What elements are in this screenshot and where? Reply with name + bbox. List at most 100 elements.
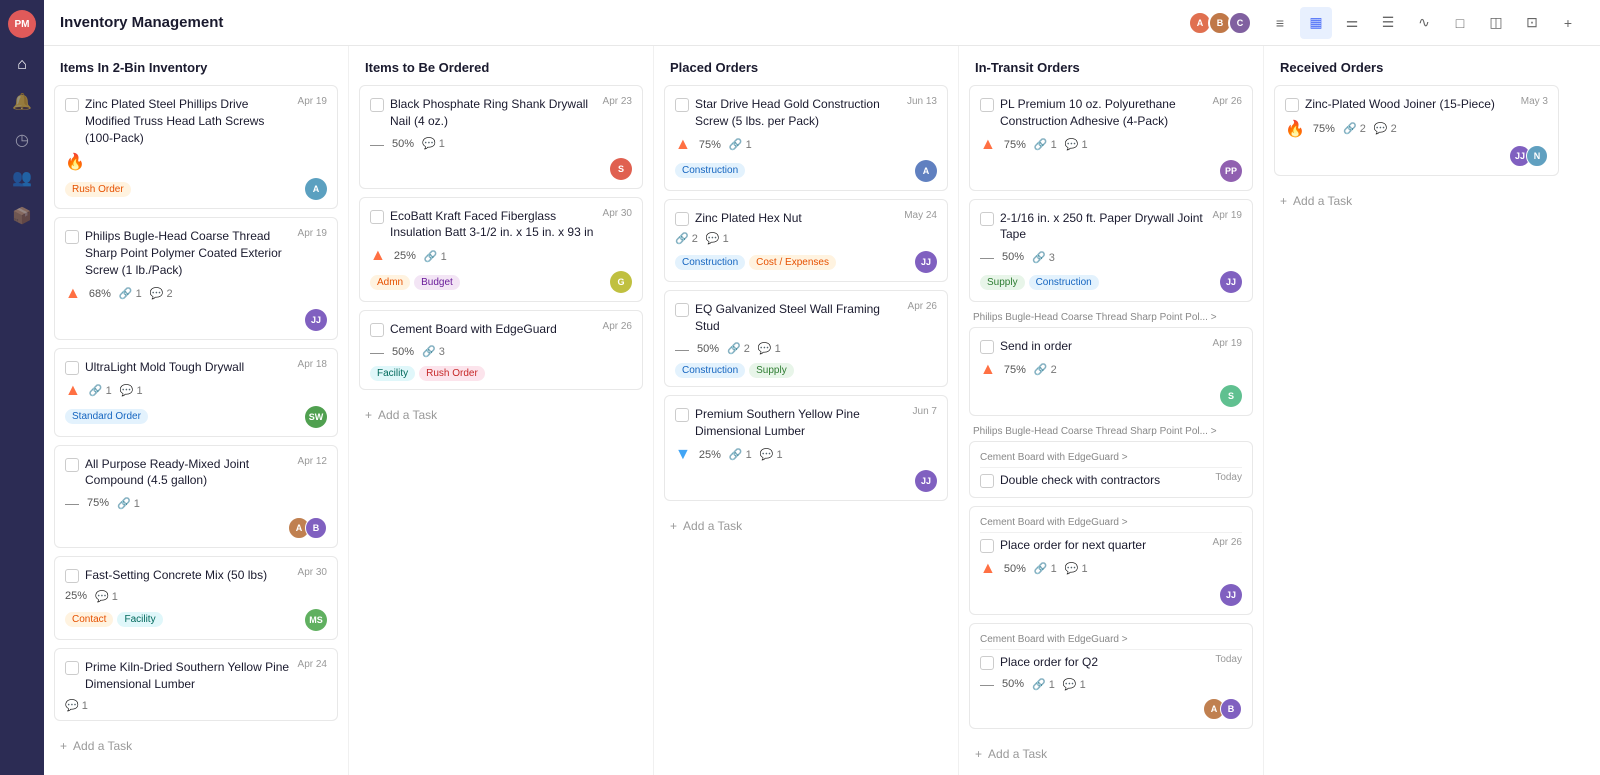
column-received-orders: Received Orders Zinc-Plated Wood Joiner … xyxy=(1264,46,1569,775)
task-card[interactable]: Fast-Setting Concrete Mix (50 lbs) Apr 3… xyxy=(54,556,338,640)
task-comments: 💬 1 xyxy=(760,448,783,461)
task-checkbox[interactable] xyxy=(65,98,79,112)
task-card[interactable]: PL Premium 10 oz. Polyurethane Construct… xyxy=(969,85,1253,191)
tag: Supply xyxy=(749,363,794,378)
priority-icon: ▲ xyxy=(980,361,996,379)
sidebar-home-icon[interactable]: ⌂ xyxy=(17,56,27,74)
task-checkbox[interactable] xyxy=(1285,98,1299,112)
task-progress: 75% xyxy=(1313,123,1335,135)
task-card[interactable]: Star Drive Head Gold Construction Screw … xyxy=(664,85,948,191)
task-title: UltraLight Mold Tough Drywall xyxy=(85,359,292,376)
task-title: Prime Kiln-Dried Southern Yellow Pine Di… xyxy=(85,659,292,693)
task-checkbox[interactable] xyxy=(980,98,994,112)
task-checkbox[interactable] xyxy=(980,212,994,226)
column-header-items-in-2bin: Items In 2-Bin Inventory xyxy=(44,46,348,85)
add-task-btn[interactable]: + Add a Task xyxy=(664,511,948,541)
add-task-btn[interactable]: + Add a Task xyxy=(1274,186,1559,216)
task-checkbox[interactable] xyxy=(980,656,994,670)
activity-view-btn[interactable]: ∿ xyxy=(1408,7,1440,39)
task-checkbox[interactable] xyxy=(65,230,79,244)
task-checkbox[interactable] xyxy=(370,323,384,337)
task-title: Premium Southern Yellow Pine Dimensional… xyxy=(695,406,907,440)
task-title: Cement Board with EdgeGuard xyxy=(390,321,597,338)
task-card[interactable]: Cement Board with EdgeGuard > Double che… xyxy=(969,441,1253,498)
task-checkbox[interactable] xyxy=(65,569,79,583)
avatar: G xyxy=(610,271,632,293)
task-card[interactable]: Cement Board with EdgeGuard > Place orde… xyxy=(969,506,1253,615)
sidebar-people-icon[interactable]: 👥 xyxy=(12,168,32,188)
task-tags: Construction xyxy=(675,163,745,178)
sidebar-bell-icon[interactable]: 🔔 xyxy=(12,92,32,112)
task-links: 🔗 1 xyxy=(117,497,140,510)
task-card[interactable]: Premium Southern Yellow Pine Dimensional… xyxy=(664,395,948,501)
task-title: Fast-Setting Concrete Mix (50 lbs) xyxy=(85,567,292,584)
more-view-btn[interactable]: ⊡ xyxy=(1516,7,1548,39)
column-header-received-orders: Received Orders xyxy=(1264,46,1569,85)
task-checkbox[interactable] xyxy=(675,212,689,226)
gantt-view-btn[interactable]: ⚌ xyxy=(1336,7,1368,39)
task-tags: Facility Rush Order xyxy=(370,366,485,381)
task-links: 🔗 1 xyxy=(119,287,142,300)
task-card[interactable]: 2-1/16 in. x 250 ft. Paper Drywall Joint… xyxy=(969,199,1253,303)
tag: Construction xyxy=(1029,275,1099,290)
parent-link[interactable]: Philips Bugle-Head Coarse Thread Sharp P… xyxy=(969,310,1253,327)
task-comments: 💬 1 xyxy=(120,384,143,397)
tag: Budget xyxy=(414,275,460,290)
task-card[interactable]: Cement Board with EdgeGuard Apr 26 — 50%… xyxy=(359,310,643,390)
task-checkbox[interactable] xyxy=(65,661,79,675)
calendar-view-btn[interactable]: □ xyxy=(1444,7,1476,39)
task-card[interactable]: Send in order Apr 19 ▲ 75% 🔗 2 S xyxy=(969,327,1253,416)
task-checkbox[interactable] xyxy=(370,98,384,112)
task-comments: 💬 1 xyxy=(95,590,118,603)
task-card[interactable]: UltraLight Mold Tough Drywall Apr 18 ▲ 🔗… xyxy=(54,348,338,437)
add-view-btn[interactable]: + xyxy=(1552,7,1584,39)
add-label: Add a Task xyxy=(378,408,437,422)
parent-link[interactable]: Philips Bugle-Head Coarse Thread Sharp P… xyxy=(969,424,1253,441)
task-card[interactable]: Black Phosphate Ring Shank Drywall Nail … xyxy=(359,85,643,189)
task-checkbox[interactable] xyxy=(65,458,79,472)
sidebar-user-avatar[interactable]: PM xyxy=(8,10,36,38)
task-card[interactable]: EcoBatt Kraft Faced Fiberglass Insulatio… xyxy=(359,197,643,303)
add-task-btn[interactable]: + Add a Task xyxy=(359,400,643,430)
column-in-transit: In-Transit Orders PL Premium 10 oz. Poly… xyxy=(959,46,1264,775)
task-card[interactable]: All Purpose Ready-Mixed Joint Compound (… xyxy=(54,445,338,549)
task-checkbox[interactable] xyxy=(675,98,689,112)
task-progress: 75% xyxy=(87,497,109,509)
task-comments: 💬 1 xyxy=(758,342,781,355)
tag: Construction xyxy=(675,163,745,178)
task-checkbox[interactable] xyxy=(980,539,994,553)
avatar: SW xyxy=(305,406,327,428)
task-card[interactable]: Zinc Plated Hex Nut May 24 🔗 2 💬 1 Const… xyxy=(664,199,948,283)
task-progress: 25% xyxy=(394,250,416,262)
add-icon: + xyxy=(60,739,67,753)
add-task-btn[interactable]: + Add a Task xyxy=(969,739,1253,769)
task-title: 2-1/16 in. x 250 ft. Paper Drywall Joint… xyxy=(1000,210,1207,244)
task-card[interactable]: Zinc Plated Steel Phillips Drive Modifie… xyxy=(54,85,338,209)
task-checkbox[interactable] xyxy=(980,474,994,488)
task-comments: 💬 1 xyxy=(706,232,729,245)
topbar-avatar[interactable]: C xyxy=(1228,11,1252,35)
task-card[interactable]: Zinc-Plated Wood Joiner (15-Piece) May 3… xyxy=(1274,85,1559,176)
sidebar-clock-icon[interactable]: ◷ xyxy=(15,130,29,150)
doc-view-btn[interactable]: ◫ xyxy=(1480,7,1512,39)
task-card[interactable]: Prime Kiln-Dried Southern Yellow Pine Di… xyxy=(54,648,338,721)
list-view-btn[interactable]: ≡ xyxy=(1264,7,1296,39)
task-checkbox[interactable] xyxy=(65,361,79,375)
task-card[interactable]: Cement Board with EdgeGuard > Place orde… xyxy=(969,623,1253,730)
task-checkbox[interactable] xyxy=(675,408,689,422)
task-comments: 💬 1 xyxy=(422,137,445,150)
priority-icon: ▲ xyxy=(980,560,996,578)
task-date: Today xyxy=(1215,472,1242,483)
task-checkbox[interactable] xyxy=(370,210,384,224)
task-checkbox[interactable] xyxy=(980,340,994,354)
task-progress: 50% xyxy=(1004,563,1026,575)
task-date: Apr 30 xyxy=(298,567,327,578)
table-view-btn[interactable]: ☰ xyxy=(1372,7,1404,39)
priority-icon: — xyxy=(370,344,384,360)
sidebar-box-icon[interactable]: 📦 xyxy=(12,206,32,226)
task-card[interactable]: EQ Galvanized Steel Wall Framing Stud Ap… xyxy=(664,290,948,387)
task-card[interactable]: Philips Bugle-Head Coarse Thread Sharp P… xyxy=(54,217,338,339)
board-view-btn[interactable]: ▦ xyxy=(1300,7,1332,39)
add-task-btn[interactable]: + Add a Task xyxy=(54,731,338,761)
task-checkbox[interactable] xyxy=(675,303,689,317)
